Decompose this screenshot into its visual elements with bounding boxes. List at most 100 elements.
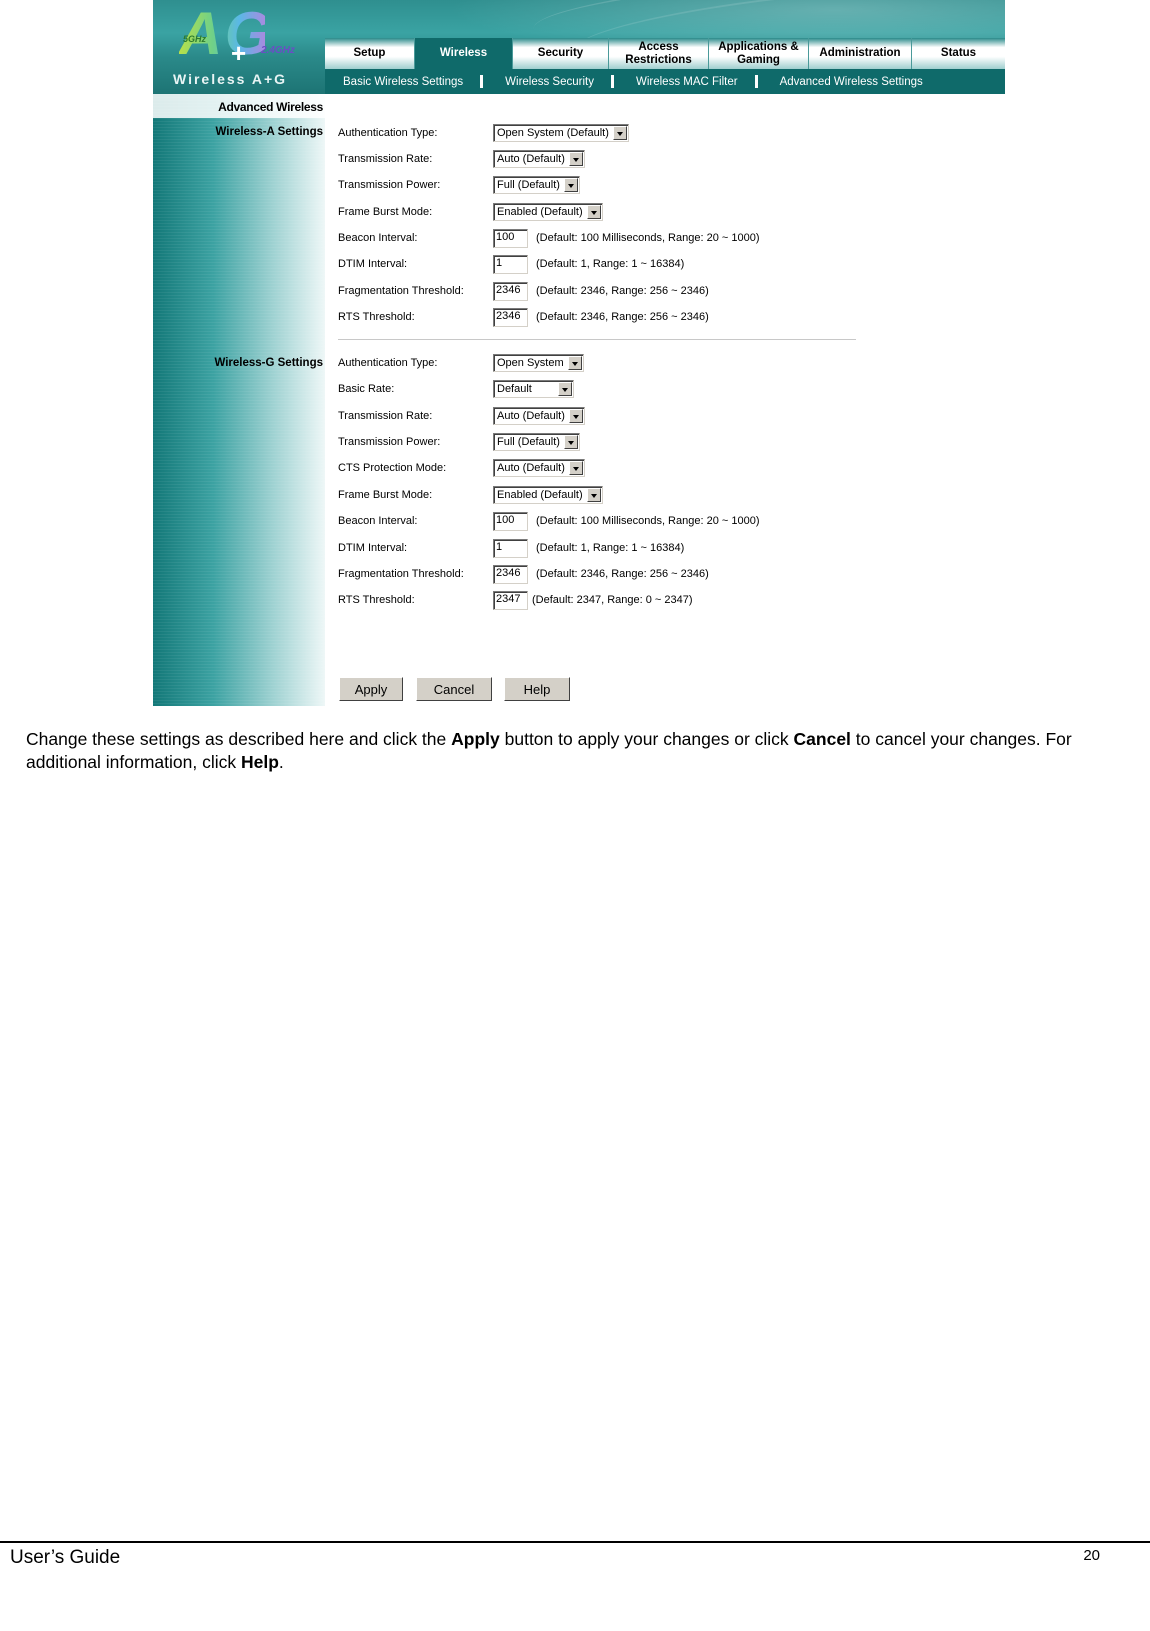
tab-setup[interactable]: Setup [325, 38, 415, 69]
g-beacon-interval-input[interactable]: 100 [493, 511, 528, 531]
g-cts-protection-row: CTS Protection Mode: Auto (Default) [338, 457, 585, 479]
a-fragmentation-input[interactable]: 2346 [493, 281, 528, 301]
tab-status[interactable]: Status [912, 38, 1005, 69]
footer-rule [0, 1541, 1150, 1543]
sidebar-gradient [153, 94, 325, 706]
subnav-basic-wireless-settings[interactable]: Basic Wireless Settings [343, 76, 463, 88]
g-dtim-interval-row: DTIM Interval: 1 (Default: 1, Range: 1 ~… [338, 537, 684, 559]
field-label: Transmission Rate: [338, 153, 433, 165]
select-value: Open System [497, 357, 564, 369]
select-value: Enabled (Default) [497, 489, 583, 501]
subnav-separator [610, 75, 614, 88]
g-transmission-rate-row: Transmission Rate: Auto (Default) [338, 405, 585, 427]
subnav-separator [754, 75, 758, 88]
field-label: DTIM Interval: [338, 542, 408, 554]
footer-title: User’s Guide [10, 1547, 121, 1568]
apply-button[interactable]: Apply [339, 677, 403, 701]
select-value: Full (Default) [497, 179, 560, 191]
logo-plus-icon: + [231, 38, 247, 68]
a-auth-type-row: Authentication Type: Open System (Defaul… [338, 122, 629, 144]
a-fragmentation-row: Fragmentation Threshold: 2346 (Default: … [338, 280, 709, 302]
subnav-separator [480, 75, 484, 88]
tab-access-restrictions[interactable]: Access Restrictions [609, 38, 709, 69]
dropdown-arrow-icon[interactable] [568, 152, 583, 166]
header-banner: A G 5GHz + 2.4GHz Wireless A+G Setup Wir… [153, 0, 1005, 94]
logo-product-name: Wireless A+G [173, 71, 288, 87]
a-transmission-power-select[interactable]: Full (Default) [493, 176, 580, 194]
paragraph-cancel-emphasis: Cancel [793, 729, 851, 749]
g-frame-burst-row: Frame Burst Mode: Enabled (Default) [338, 484, 603, 506]
dropdown-arrow-icon[interactable] [586, 205, 601, 219]
g-basic-rate-row: Basic Rate: Default [338, 378, 574, 400]
a-auth-type-select[interactable]: Open System (Default) [493, 124, 629, 142]
g-transmission-power-row: Transmission Power: Full (Default) [338, 431, 580, 453]
field-label: CTS Protection Mode: [338, 462, 447, 474]
g-transmission-power-select[interactable]: Full (Default) [493, 433, 580, 451]
field-hint: (Default: 1, Range: 1 ~ 16384) [536, 258, 685, 270]
g-fragmentation-input[interactable]: 2346 [493, 564, 528, 584]
field-label: Transmission Power: [338, 436, 441, 448]
page-heading: Advanced Wireless [218, 100, 323, 114]
dropdown-arrow-icon[interactable] [586, 488, 601, 502]
g-beacon-interval-row: Beacon Interval: 100 (Default: 100 Milli… [338, 510, 760, 532]
tab-applications-gaming[interactable]: Applications & Gaming [709, 38, 809, 69]
logo-24ghz-label: 2.4GHz [261, 45, 295, 56]
main-tabs: Setup Wireless Security Access Restricti… [325, 38, 1005, 69]
cancel-button[interactable]: Cancel [416, 677, 492, 701]
section-title-wireless-a: Wireless-A Settings [215, 126, 323, 138]
logo-5ghz-label: 5GHz [183, 34, 207, 44]
field-label: Frame Burst Mode: [338, 206, 433, 218]
field-label: Beacon Interval: [338, 515, 418, 527]
paragraph-text: Change these settings as described here … [26, 729, 452, 749]
tab-wireless[interactable]: Wireless [415, 38, 513, 69]
page-heading-box: Advanced Wireless [153, 94, 325, 118]
dropdown-arrow-icon[interactable] [567, 356, 582, 370]
dropdown-arrow-icon[interactable] [568, 461, 583, 475]
instruction-paragraph: Change these settings as described here … [26, 728, 1126, 774]
a-rts-threshold-row: RTS Threshold: 2346 (Default: 2346, Rang… [338, 306, 709, 328]
g-frame-burst-select[interactable]: Enabled (Default) [493, 486, 603, 504]
subnav-advanced-wireless-settings[interactable]: Advanced Wireless Settings [780, 76, 923, 88]
field-label: Fragmentation Threshold: [338, 285, 464, 297]
a-frame-burst-select[interactable]: Enabled (Default) [493, 203, 603, 221]
a-transmission-rate-select[interactable]: Auto (Default) [493, 150, 585, 168]
select-value: Default [497, 383, 532, 395]
field-hint: (Default: 1, Range: 1 ~ 16384) [536, 542, 685, 554]
a-rts-threshold-input[interactable]: 2346 [493, 307, 528, 327]
dropdown-arrow-icon[interactable] [612, 126, 627, 140]
subnav-wireless-mac-filter[interactable]: Wireless MAC Filter [636, 76, 738, 88]
a-beacon-interval-input[interactable]: 100 [493, 228, 528, 248]
field-hint: (Default: 2346, Range: 256 ~ 2346) [536, 311, 709, 323]
g-basic-rate-select[interactable]: Default [493, 380, 574, 398]
dropdown-arrow-icon[interactable] [563, 435, 578, 449]
field-label: RTS Threshold: [338, 594, 415, 606]
a-frame-burst-row: Frame Burst Mode: Enabled (Default) [338, 201, 603, 223]
paragraph-help-emphasis: Help [240, 752, 279, 772]
field-hint: (Default: 100 Milliseconds, Range: 20 ~ … [536, 232, 760, 244]
g-cts-protection-select[interactable]: Auto (Default) [493, 459, 585, 477]
field-hint: (Default: 2346, Range: 256 ~ 2346) [536, 285, 709, 297]
g-dtim-interval-input[interactable]: 1 [493, 538, 528, 558]
select-value: Full (Default) [497, 436, 560, 448]
router-admin-screenshot: A G 5GHz + 2.4GHz Wireless A+G Setup Wir… [153, 0, 1005, 706]
select-value: Open System (Default) [497, 127, 609, 139]
a-dtim-interval-input[interactable]: 1 [493, 254, 528, 274]
a-beacon-interval-row: Beacon Interval: 100 (Default: 100 Milli… [338, 227, 760, 249]
field-hint: (Default: 2347, Range: 0 ~ 2347) [532, 594, 693, 606]
tab-security[interactable]: Security [513, 38, 609, 69]
tab-administration[interactable]: Administration [809, 38, 912, 69]
g-auth-type-select[interactable]: Open System [493, 354, 584, 372]
g-transmission-rate-select[interactable]: Auto (Default) [493, 407, 585, 425]
dropdown-arrow-icon[interactable] [568, 409, 583, 423]
g-auth-type-row: Authentication Type: Open System [338, 352, 584, 374]
subnav-wireless-security[interactable]: Wireless Security [505, 76, 594, 88]
field-label: Authentication Type: [338, 357, 438, 369]
g-rts-threshold-input[interactable]: 2347 [493, 590, 528, 610]
section-title-wireless-g: Wireless-G Settings [214, 357, 323, 369]
field-label: Beacon Interval: [338, 232, 418, 244]
dropdown-arrow-icon[interactable] [563, 178, 578, 192]
dropdown-arrow-icon[interactable] [558, 382, 572, 396]
paragraph-text: . [278, 752, 284, 772]
select-value: Auto (Default) [497, 153, 565, 165]
help-button[interactable]: Help [504, 677, 570, 701]
